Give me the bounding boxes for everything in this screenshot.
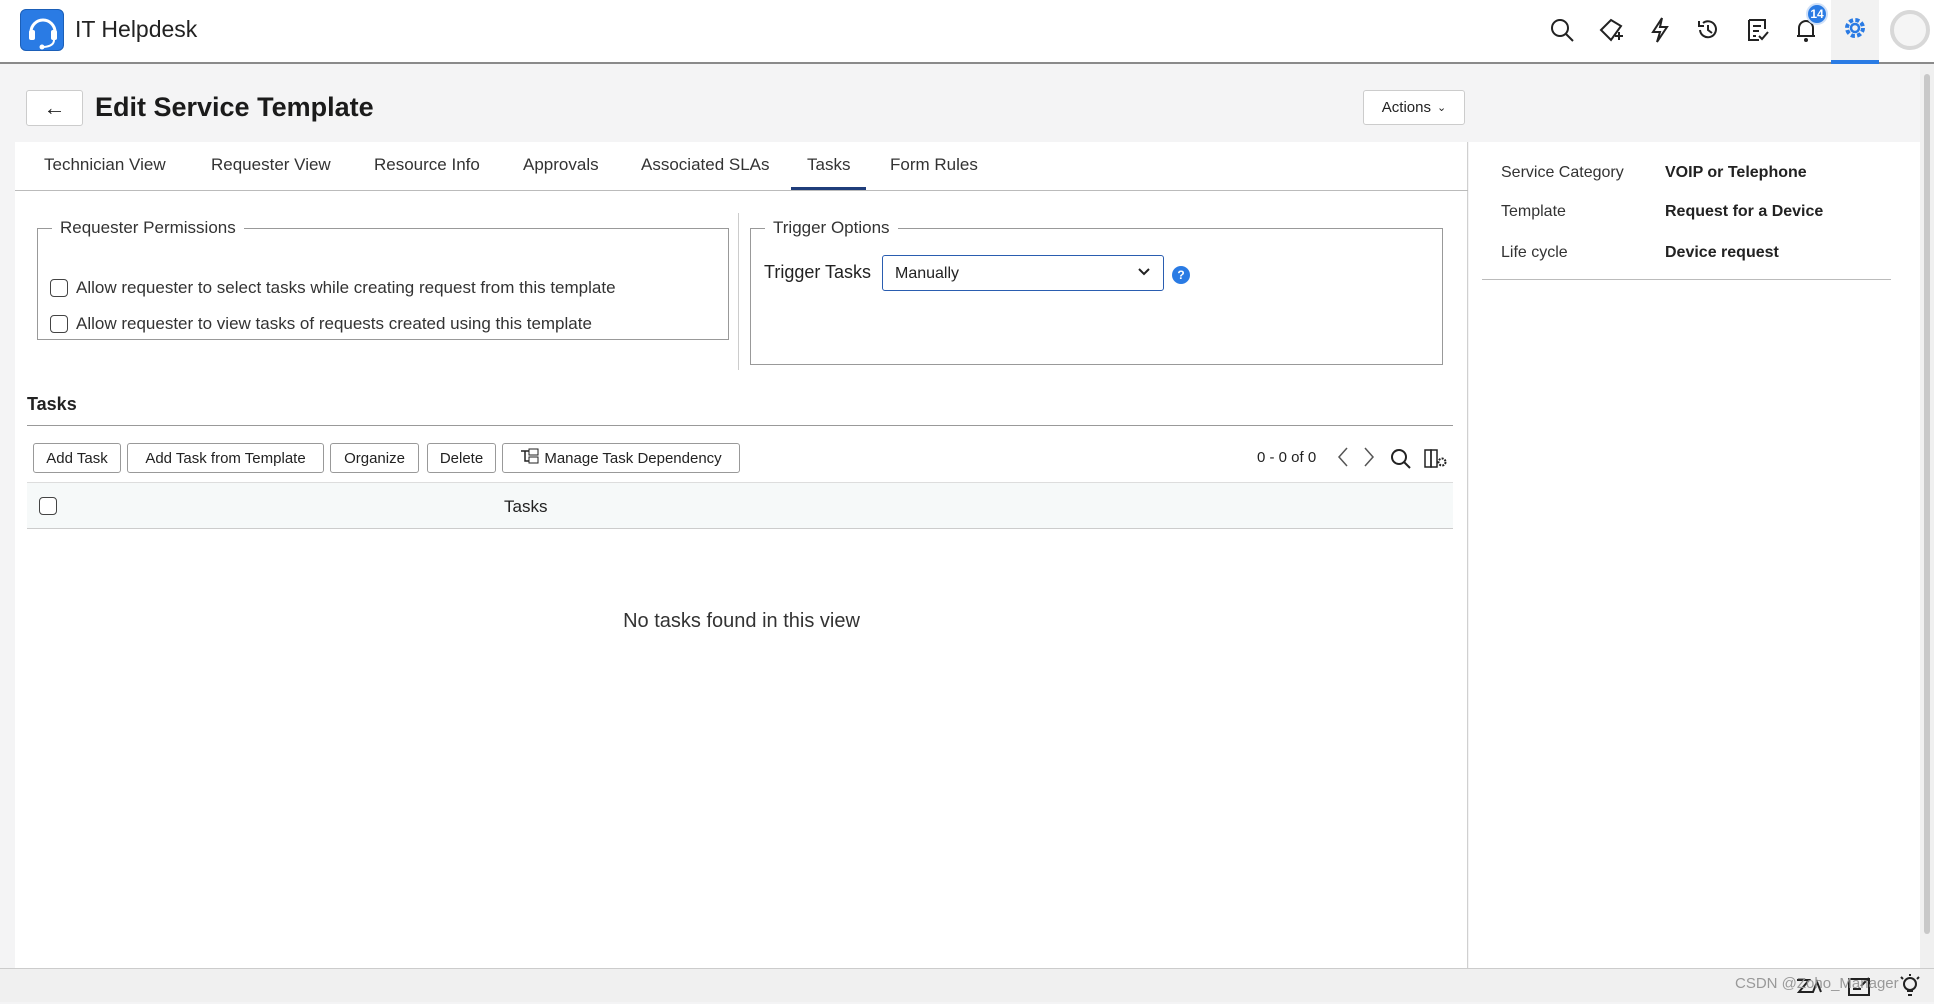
detail-label: Template <box>1501 203 1566 220</box>
details-panel <box>1469 142 1920 968</box>
back-button[interactable]: ← <box>26 90 83 126</box>
chevron-down-icon: ⌄ <box>1436 102 1447 114</box>
settings-button[interactable] <box>1831 0 1879 64</box>
lightning-icon[interactable] <box>1644 14 1676 46</box>
actions-label: Actions <box>1381 99 1431 116</box>
next-page-icon[interactable] <box>1362 446 1376 473</box>
page-title: Edit Service Template <box>95 92 374 122</box>
avatar[interactable] <box>1890 10 1930 50</box>
tab-resource-info[interactable]: Resource Info <box>374 155 480 187</box>
view-tasks-option[interactable]: Allow requester to view tasks of request… <box>50 314 592 334</box>
history-icon[interactable] <box>1692 14 1724 46</box>
helpdesk-logo-icon[interactable] <box>20 9 64 51</box>
gear-icon <box>1845 18 1865 38</box>
service-category-value: VOIP or Telephone <box>1665 164 1807 181</box>
divider <box>1482 279 1891 280</box>
trigger-tasks-select[interactable]: Manually <box>882 255 1164 291</box>
template-value: Request for a Device <box>1665 203 1824 220</box>
help-icon[interactable]: ? <box>1172 266 1190 284</box>
tab-form-rules[interactable]: Form Rules <box>890 155 978 187</box>
view-tasks-checkbox[interactable] <box>50 315 68 333</box>
column-header-tasks[interactable]: Tasks <box>504 497 547 517</box>
page-scrollbar[interactable] <box>1920 64 1934 968</box>
chevron-down-icon <box>1137 265 1151 281</box>
tab-tasks[interactable]: Tasks <box>791 155 867 190</box>
watermark: CSDN @Zoho_Manager <box>1735 975 1899 992</box>
view-tasks-label: Allow requester to view tasks of request… <box>76 314 592 333</box>
arrow-left-icon: ← <box>43 95 66 120</box>
divider <box>738 213 739 370</box>
trigger-tasks-value: Manually <box>895 265 960 282</box>
select-all-checkbox[interactable] <box>39 497 57 515</box>
detail-label: Life cycle <box>1501 244 1568 261</box>
add-task-button[interactable]: Add Task <box>33 443 121 473</box>
tab-bar: Technician View Requester View Resource … <box>15 145 1468 191</box>
trigger-tasks-label: Trigger Tasks <box>764 262 872 282</box>
app-name: IT Helpdesk <box>75 16 198 42</box>
column-settings-icon[interactable] <box>1424 448 1448 475</box>
select-tasks-label: Allow requester to select tasks while cr… <box>76 278 616 297</box>
delete-button[interactable]: Delete <box>427 443 496 473</box>
add-task-from-template-button[interactable]: Add Task from Template <box>127 443 324 473</box>
tab-approvals[interactable]: Approvals <box>523 155 599 187</box>
tasks-table-header: Tasks <box>27 482 1453 529</box>
tasks-heading: Tasks <box>27 394 77 414</box>
requester-permissions-group: Requester Permissions Allow requester to… <box>37 218 729 340</box>
notification-badge[interactable]: 14 <box>1806 3 1828 25</box>
dependency-tree-icon <box>520 448 540 468</box>
empty-state-message: No tasks found in this view <box>623 610 860 632</box>
select-tasks-option[interactable]: Allow requester to select tasks while cr… <box>50 278 616 298</box>
tab-requester-view[interactable]: Requester View <box>211 155 331 187</box>
divider <box>27 425 1453 426</box>
trigger-options-legend: Trigger Options <box>773 218 890 237</box>
bottom-bar <box>0 968 1934 1002</box>
previous-page-icon[interactable] <box>1336 446 1350 473</box>
search-icon[interactable] <box>1546 14 1578 46</box>
search-icon[interactable] <box>1390 448 1412 475</box>
actions-button[interactable]: Actions ⌄ <box>1363 90 1465 125</box>
select-tasks-checkbox[interactable] <box>50 279 68 297</box>
trigger-options-group: Trigger Options <box>750 218 1443 365</box>
task-icon[interactable] <box>1742 14 1774 46</box>
manage-task-dependency-label: Manage Task Dependency <box>544 449 722 467</box>
organize-button[interactable]: Organize <box>330 443 419 473</box>
requester-permissions-legend: Requester Permissions <box>60 218 236 237</box>
life-cycle-value: Device request <box>1665 244 1779 261</box>
tab-technician-view[interactable]: Technician View <box>44 155 166 187</box>
lightbulb-icon[interactable] <box>1898 973 1922 1004</box>
tab-associated-slas[interactable]: Associated SLAs <box>641 155 770 187</box>
detail-label: Service Category <box>1501 164 1624 181</box>
new-ticket-icon[interactable] <box>1595 14 1627 46</box>
manage-task-dependency-button[interactable]: Manage Task Dependency <box>502 443 740 473</box>
pagination-count: 0 - 0 of 0 <box>1257 449 1317 466</box>
